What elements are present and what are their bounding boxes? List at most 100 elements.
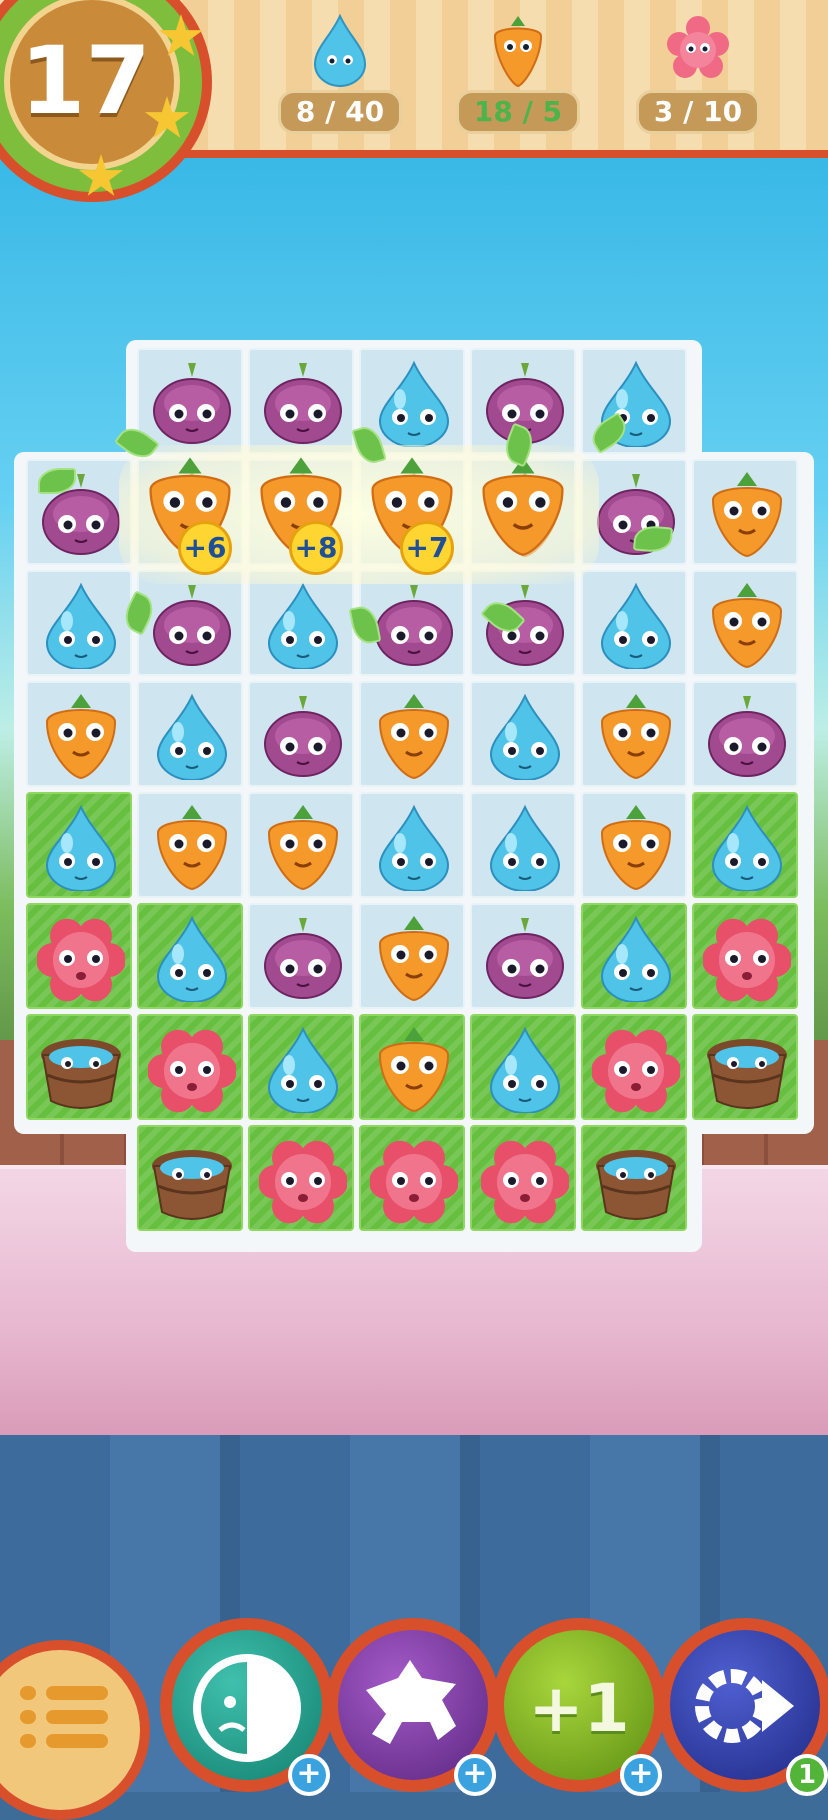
onion-piece[interactable] bbox=[481, 914, 569, 1002]
carrot-piece[interactable] bbox=[370, 692, 458, 780]
onion-piece[interactable] bbox=[370, 581, 458, 669]
flower-piece[interactable] bbox=[259, 1136, 347, 1224]
goal-water-count: 8 / 40 bbox=[278, 90, 402, 134]
goal-water: 8 / 40 bbox=[278, 14, 402, 134]
grass-tile bbox=[692, 792, 798, 898]
grass-tile bbox=[470, 1125, 576, 1231]
carrot-piece[interactable] bbox=[592, 692, 680, 780]
water-piece[interactable] bbox=[259, 581, 347, 669]
water-piece[interactable] bbox=[148, 692, 236, 780]
ice-tile bbox=[359, 903, 465, 1009]
carrot-icon bbox=[493, 16, 543, 88]
goal-carrot: 18 / 5 bbox=[456, 14, 580, 134]
buy-booster-badge[interactable]: + bbox=[454, 1754, 496, 1796]
ice-tile bbox=[248, 681, 354, 787]
bucket-piece[interactable] bbox=[592, 1136, 680, 1224]
onion-piece[interactable] bbox=[148, 359, 236, 447]
extra-move-booster-button[interactable]: +1 + bbox=[492, 1618, 666, 1796]
flower-piece[interactable] bbox=[592, 1025, 680, 1113]
water-piece[interactable] bbox=[592, 581, 680, 669]
grass-tile bbox=[26, 1014, 132, 1120]
water-piece[interactable] bbox=[370, 359, 458, 447]
grass-tile bbox=[137, 903, 243, 1009]
onion-piece[interactable] bbox=[703, 692, 791, 780]
carrot-piece[interactable] bbox=[370, 914, 458, 1002]
ice-tile bbox=[137, 681, 243, 787]
grass-tile bbox=[26, 792, 132, 898]
carrot-piece[interactable] bbox=[703, 470, 791, 558]
grass-tile bbox=[359, 1014, 465, 1120]
bonus-score-badge: +6 bbox=[178, 521, 232, 575]
carrot-piece[interactable] bbox=[703, 581, 791, 669]
ice-tile bbox=[359, 792, 465, 898]
bucket-piece[interactable] bbox=[148, 1136, 236, 1224]
goal-flower-count: 3 / 10 bbox=[636, 90, 760, 134]
ice-tile bbox=[248, 792, 354, 898]
moves-left-value: 17 bbox=[20, 27, 151, 136]
grass-tile bbox=[581, 903, 687, 1009]
ice-tile bbox=[137, 570, 243, 676]
water-piece[interactable] bbox=[370, 803, 458, 891]
ice-tile bbox=[470, 681, 576, 787]
ice-tile bbox=[248, 903, 354, 1009]
grass-tile bbox=[692, 903, 798, 1009]
water-piece[interactable] bbox=[37, 581, 125, 669]
carrot-piece[interactable] bbox=[259, 803, 347, 891]
water-piece[interactable] bbox=[148, 914, 236, 1002]
water-drop-icon bbox=[313, 14, 367, 87]
buy-booster-badge[interactable]: + bbox=[288, 1754, 330, 1796]
ice-tile bbox=[692, 681, 798, 787]
ice-tile bbox=[692, 459, 798, 565]
goal-flower: 3 / 10 bbox=[636, 14, 760, 134]
onion-piece[interactable] bbox=[259, 692, 347, 780]
shovel-booster-button[interactable]: + bbox=[160, 1618, 334, 1796]
grass-tile bbox=[248, 1125, 354, 1231]
carrot-piece[interactable] bbox=[592, 803, 680, 891]
grass-tile bbox=[581, 1125, 687, 1231]
flower-piece[interactable] bbox=[703, 914, 791, 1002]
flower-piece[interactable] bbox=[481, 1136, 569, 1224]
ice-tile bbox=[470, 792, 576, 898]
flower-piece[interactable] bbox=[148, 1025, 236, 1113]
grass-tile bbox=[137, 1014, 243, 1120]
ice-tile bbox=[248, 570, 354, 676]
onion-piece[interactable] bbox=[259, 359, 347, 447]
onion-piece[interactable] bbox=[259, 914, 347, 1002]
carrot-piece[interactable] bbox=[148, 803, 236, 891]
grass-tile bbox=[470, 1014, 576, 1120]
ice-tile bbox=[359, 681, 465, 787]
water-piece[interactable] bbox=[481, 1025, 569, 1113]
flower-piece[interactable] bbox=[37, 914, 125, 1002]
ice-tile bbox=[692, 570, 798, 676]
grass-tile bbox=[359, 1125, 465, 1231]
ice-tile bbox=[581, 681, 687, 787]
dog-booster-button[interactable]: + bbox=[326, 1618, 500, 1796]
carrot-piece[interactable] bbox=[370, 1025, 458, 1113]
grass-tile bbox=[137, 1125, 243, 1231]
ice-tile bbox=[581, 792, 687, 898]
ice-tile bbox=[248, 348, 354, 454]
bonus-score-badge: +8 bbox=[289, 521, 343, 575]
bucket-piece[interactable] bbox=[703, 1025, 791, 1113]
carrot-piece[interactable] bbox=[472, 455, 574, 557]
water-piece[interactable] bbox=[592, 914, 680, 1002]
flower-piece[interactable] bbox=[370, 1136, 458, 1224]
ice-tile bbox=[26, 570, 132, 676]
grass-tile bbox=[248, 1014, 354, 1120]
water-piece[interactable] bbox=[703, 803, 791, 891]
onion-piece[interactable] bbox=[148, 581, 236, 669]
water-piece[interactable] bbox=[37, 803, 125, 891]
grass-tile bbox=[26, 903, 132, 1009]
shuffle-booster-button[interactable]: 1 bbox=[658, 1618, 828, 1796]
grass-tile bbox=[581, 1014, 687, 1120]
extra-move-label: +1 bbox=[528, 1670, 630, 1747]
buy-booster-badge[interactable]: + bbox=[620, 1754, 662, 1796]
goal-carrot-count: 18 / 5 bbox=[456, 90, 580, 134]
water-piece[interactable] bbox=[481, 692, 569, 780]
bucket-piece[interactable] bbox=[37, 1025, 125, 1113]
ice-tile bbox=[137, 792, 243, 898]
ice-tile bbox=[581, 570, 687, 676]
water-piece[interactable] bbox=[481, 803, 569, 891]
water-piece[interactable] bbox=[259, 1025, 347, 1113]
carrot-piece[interactable] bbox=[37, 692, 125, 780]
